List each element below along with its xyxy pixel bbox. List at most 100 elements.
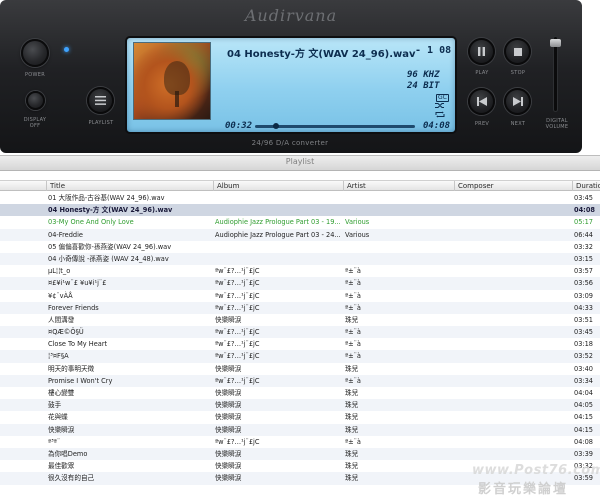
artist-cell: 珠兒 — [345, 389, 359, 397]
now-playing-title: 04 Honesty-方 文(WAV 24_96).wav — [227, 49, 416, 60]
column-header-album[interactable]: Album — [213, 181, 343, 191]
track-title-cell: ¤£¥i¹w¨£ ¥u¥i¹j¨£ — [48, 279, 107, 288]
duration-cell: 03:45 — [574, 328, 594, 337]
playlist-row[interactable]: 樓心變雙 快樂瞬淚 珠兒 04:04 — [0, 387, 600, 399]
display-off-button[interactable] — [26, 91, 45, 110]
elapsed-time: 00:32 — [225, 121, 253, 131]
previous-button[interactable] — [468, 88, 495, 115]
progress-thumb[interactable] — [272, 123, 279, 129]
list-icon — [95, 96, 106, 105]
album-cell: 快樂瞬淚 — [215, 389, 242, 397]
playlist-button[interactable] — [87, 87, 114, 114]
artist-cell: ª±¨à — [345, 376, 361, 385]
track-title-cell: 很久沒有的自己 — [48, 474, 95, 483]
playlist-row[interactable]: 03-My One And Only Love Audiophie Jazz Pr… — [0, 216, 600, 228]
duration-cell: 03:57 — [574, 267, 594, 276]
track-title-cell: 鼓手 — [48, 401, 62, 410]
track-title-cell: 04-Freddie — [48, 230, 83, 239]
duration-cell: 04:15 — [574, 413, 594, 422]
playlist-window-title: Playlist — [285, 157, 315, 166]
playlist-row[interactable]: 01 大阪作品-古谷基(WAV 24_96).wav 03:45 — [0, 192, 600, 204]
playlist-row[interactable]: 快樂瞬淚 快樂瞬淚 珠兒 04:15 — [0, 423, 600, 436]
playlist-row[interactable]: 為你唱Demo 快樂瞬淚 珠兒 03:39 — [0, 447, 600, 461]
playlist-row[interactable]: 04-Freddie Audiophie Jazz Prologue Part 0… — [0, 228, 600, 241]
artist-cell: ª±¨à — [345, 291, 361, 300]
next-icon — [512, 97, 523, 106]
album-cell: 快樂瞬淚 — [215, 449, 242, 458]
power-caption: POWER — [24, 72, 46, 78]
playlist-row[interactable]: 花與蝶 快樂瞬淚 珠兒 04:15 — [0, 411, 600, 423]
track-title-cell: ¤QÆ©Ö§Ü — [48, 328, 84, 337]
track-title-cell: 花與蝶 — [48, 413, 68, 422]
album-cover — [133, 42, 211, 120]
playlist-caption: PLAYLIST — [88, 120, 114, 126]
volume-slider-thumb[interactable] — [550, 39, 561, 48]
duration-cell: 06:44 — [574, 230, 594, 239]
total-time: 04:08 — [423, 121, 451, 131]
artist-cell: ª±¨à — [345, 279, 361, 288]
volume-slider-track[interactable] — [554, 37, 557, 111]
artist-cell: 珠兒 — [345, 462, 359, 471]
playlist-row[interactable]: 04 Honesty-方 文(WAV 24_96).wav 04:08 — [0, 204, 600, 217]
playlist-table: 01 大阪作品-古谷基(WAV 24_96).wav 03:45 04 Honest… — [0, 192, 600, 495]
track-title-cell: 為你唱Demo — [48, 449, 88, 458]
playlist-row[interactable]: ¦³¤F§A ªw¨£?…¹j¨£jC ª±¨à 03:52 — [0, 350, 600, 363]
album-cell: 快樂瞬淚 — [215, 425, 242, 434]
stop-button[interactable] — [504, 38, 531, 65]
shuffle-icon[interactable] — [435, 102, 445, 109]
playlist-row[interactable]: 明天的事明天徵 快樂瞬淚 珠兒 03:40 — [0, 363, 600, 375]
play-pause-button[interactable] — [468, 38, 495, 65]
album-cell: ªw¨£?…¹j¨£jC — [215, 279, 260, 288]
track-title-cell: 最佳歡眾 — [48, 462, 75, 471]
playlist-row[interactable]: ¥¢¨vÀÅ ªw¨£?…¹j¨£jC ª±¨à 03:09 — [0, 290, 600, 302]
album-cell: ªw¨£?…¹j¨£jC — [215, 437, 260, 446]
next-button[interactable] — [504, 88, 531, 115]
power-button[interactable] — [21, 39, 49, 67]
duration-cell: 03:15 — [574, 254, 594, 263]
audirvana-player: Audirvana POWER DISPLAY OFF PLAYLIST 04 … — [0, 0, 582, 153]
playlist-row[interactable]: μL¦¦t_o ªw¨£?…¹j¨£jC ª±¨à 03:57 — [0, 265, 600, 277]
track-title-cell: Promise I Won't Cry — [48, 376, 113, 385]
artist-cell: ª±¨à — [345, 437, 361, 446]
playlist-row[interactable]: 人間溝發 快樂瞬淚 珠兒 03:51 — [0, 314, 600, 326]
column-header-duration[interactable]: Duration — [572, 181, 600, 191]
track-title-cell: 04 小奇傳說 -孫燕姿 (WAV 24_48).wav — [48, 254, 169, 263]
duration-cell: 03:32 — [574, 242, 594, 251]
display-off-caption: DISPLAY OFF — [23, 117, 47, 129]
playlist-row[interactable]: ª³ª¨ ªw¨£?…¹j¨£jC ª±¨à 04:08 — [0, 436, 600, 448]
time-remaining: - 1 08 — [415, 45, 452, 56]
album-cell: 快樂瞬淚 — [215, 401, 242, 410]
repeat-icon[interactable] — [435, 111, 445, 118]
playlist-row[interactable]: Close To My Heart ªw¨£?…¹j¨£jC ª±¨à 03:18 — [0, 338, 600, 350]
duration-cell: 03:45 — [574, 194, 594, 202]
track-title-cell: 快樂瞬淚 — [48, 425, 75, 434]
playlist-row[interactable]: 04 小奇傳說 -孫燕姿 (WAV 24_48).wav 03:15 — [0, 252, 600, 266]
artist-cell: 珠兒 — [345, 449, 359, 458]
playlist-row[interactable]: Forever Friends ªw¨£?…¹j¨£jC ª±¨à 04:33 — [0, 301, 600, 314]
artist-cell: 珠兒 — [345, 401, 359, 410]
column-header-composer[interactable]: Composer — [454, 181, 572, 191]
playlist-row[interactable]: 鼓手 快樂瞬淚 珠兒 04:05 — [0, 399, 600, 412]
album-cell: 快樂瞬淚 — [215, 413, 242, 422]
column-header-artist[interactable]: Artist — [343, 181, 454, 191]
artist-cell: 珠兒 — [345, 315, 359, 324]
progress-bar[interactable] — [255, 125, 415, 128]
album-cell: 快樂瞬淚 — [215, 474, 242, 483]
playlist-row[interactable]: Promise I Won't Cry ªw¨£?…¹j¨£jC ª±¨à 03:34 — [0, 374, 600, 387]
album-cell: Audiophie Jazz Prologue Part 03 - 24... — [215, 230, 341, 239]
track-title-cell: ¦³¤F§A — [48, 352, 69, 361]
playlist-row[interactable]: 05 偏偏喜歡你-孫燕姿(WAV 24_96).wav 03:32 — [0, 241, 600, 253]
stop-icon — [513, 47, 522, 56]
artist-cell: 珠兒 — [345, 474, 359, 483]
pause-icon — [478, 47, 485, 56]
previous-icon — [476, 97, 487, 106]
duration-cell: 04:08 — [574, 437, 594, 446]
playlist-row[interactable]: ¤£¥i¹w¨£ ¥u¥i¹j¨£ ªw¨£?…¹j¨£jC ª±¨à 03:56 — [0, 277, 600, 290]
duration-cell: 04:08 — [574, 206, 595, 215]
volume-caption: DIGITAL VOLUME — [545, 118, 569, 130]
album-cell: ªw¨£?…¹j¨£jC — [215, 291, 260, 300]
column-header-title[interactable]: Title — [46, 181, 213, 191]
track-title-cell: μL¦¦t_o — [48, 267, 71, 276]
playlist-row[interactable]: ¤QÆ©Ö§Ü ªw¨£?…¹j¨£jC ª±¨à 03:45 — [0, 326, 600, 339]
track-title-cell: 明天的事明天徵 — [48, 364, 95, 373]
